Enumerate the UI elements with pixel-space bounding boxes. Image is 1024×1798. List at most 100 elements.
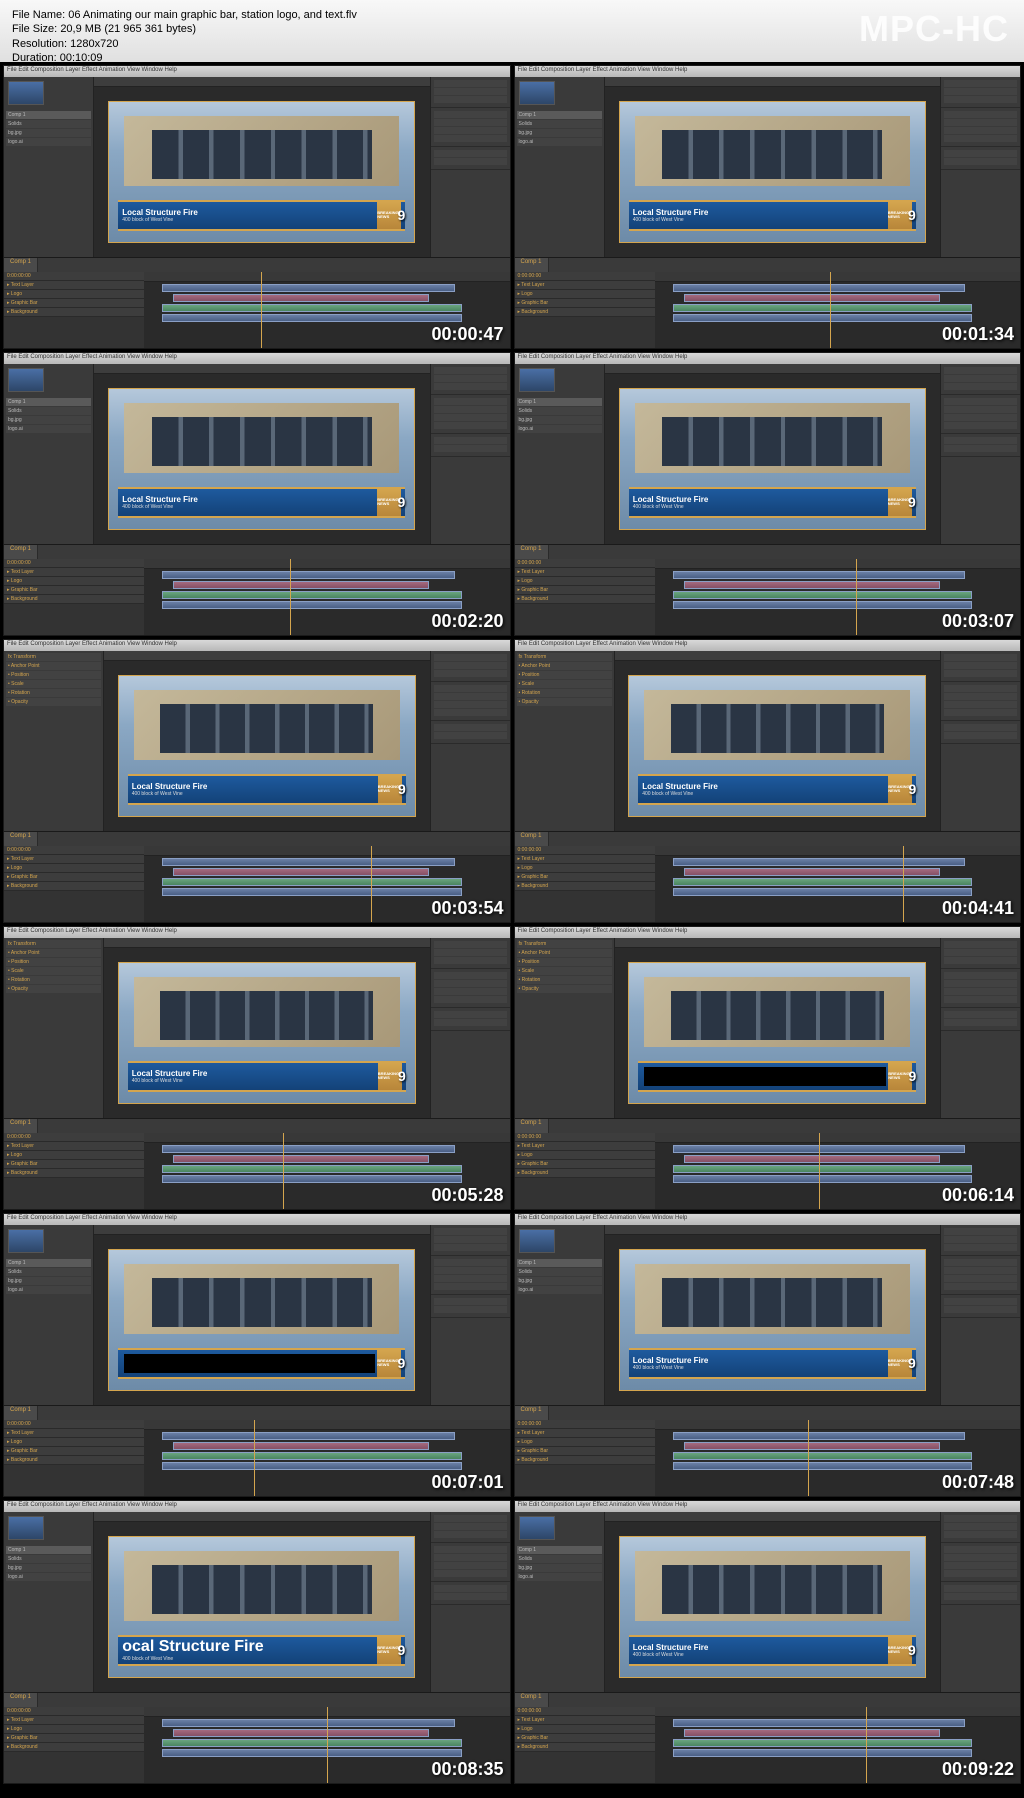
app-menubar[interactable]: File Edit Composition Layer Effect Anima… [515, 353, 1021, 364]
playhead-icon[interactable] [819, 1133, 820, 1210]
effects-panel[interactable] [430, 938, 510, 1118]
station-badge: BREAKING NEWS 9 [888, 202, 912, 229]
effects-panel[interactable] [940, 938, 1020, 1118]
composition-viewer[interactable]: BREAKING NEWS 9 [94, 1225, 430, 1405]
composition-viewer[interactable]: Local Structure Fire 400 block of West V… [615, 651, 941, 831]
video-thumbnail[interactable]: File Edit Composition Layer Effect Anima… [3, 65, 511, 349]
video-thumbnail[interactable]: File Edit Composition Layer Effect Anima… [3, 1500, 511, 1784]
playhead-icon[interactable] [254, 1420, 255, 1497]
composition-viewer[interactable]: Local Structure Fire 400 block of West V… [104, 938, 430, 1118]
timeline-tab[interactable]: Comp 1 [515, 1693, 549, 1707]
app-menubar[interactable]: File Edit Composition Layer Effect Anima… [515, 927, 1021, 938]
composition-viewer[interactable]: Local Structure Fire 400 block of West V… [605, 1512, 941, 1692]
playhead-icon[interactable] [283, 1133, 284, 1210]
effects-panel[interactable] [430, 1512, 510, 1692]
lower-third-title: Local Structure Fire [122, 495, 377, 504]
app-menubar[interactable]: File Edit Composition Layer Effect Anima… [515, 1501, 1021, 1512]
thumbnail-timestamp: 00:06:14 [942, 1185, 1014, 1206]
video-thumbnail[interactable]: File Edit Composition Layer Effect Anima… [514, 926, 1022, 1210]
project-panel[interactable]: Comp 1 Solids bg.jpg logo.ai [515, 1225, 605, 1405]
timeline-tab[interactable]: Comp 1 [4, 545, 38, 559]
lower-third-title: Local Structure Fire [122, 208, 377, 217]
timeline-tab[interactable]: Comp 1 [4, 1406, 38, 1420]
video-thumbnail[interactable]: File Edit Composition Layer Effect Anima… [3, 639, 511, 923]
playhead-icon[interactable] [808, 1420, 809, 1497]
effects-panel[interactable] [940, 1225, 1020, 1405]
project-panel[interactable]: fx Transform • Anchor Point • Position •… [515, 651, 615, 831]
project-panel[interactable]: Comp 1 Solids bg.jpg logo.ai [515, 364, 605, 544]
thumbnail-timestamp: 00:07:01 [431, 1472, 503, 1493]
project-panel[interactable]: fx Transform • Anchor Point • Position •… [515, 938, 615, 1118]
app-menubar[interactable]: File Edit Composition Layer Effect Anima… [4, 927, 510, 938]
project-panel[interactable]: Comp 1 Solids bg.jpg logo.ai [4, 77, 94, 257]
project-panel[interactable]: fx Transform • Anchor Point • Position •… [4, 938, 104, 1118]
playhead-icon[interactable] [866, 1707, 867, 1784]
lower-third-subtitle: 400 block of West Vine [633, 504, 888, 510]
project-panel[interactable]: Comp 1 Solids bg.jpg logo.ai [4, 364, 94, 544]
timeline-tab[interactable]: Comp 1 [515, 1406, 549, 1420]
app-menubar[interactable]: File Edit Composition Layer Effect Anima… [4, 1501, 510, 1512]
app-menubar[interactable]: File Edit Composition Layer Effect Anima… [515, 66, 1021, 77]
composition-viewer[interactable]: Local Structure Fire 400 block of West V… [605, 77, 941, 257]
station-badge: BREAKING NEWS 9 [377, 202, 401, 229]
timeline-tab[interactable]: Comp 1 [4, 258, 38, 272]
composition-viewer[interactable]: Local Structure Fire 400 block of West V… [605, 364, 941, 544]
video-thumbnail[interactable]: File Edit Composition Layer Effect Anima… [514, 639, 1022, 923]
timeline-tab[interactable]: Comp 1 [515, 1119, 549, 1133]
composition-viewer[interactable]: BREAKING NEWS 9 [615, 938, 941, 1118]
video-thumbnail[interactable]: File Edit Composition Layer Effect Anima… [3, 926, 511, 1210]
effects-panel[interactable] [940, 651, 1020, 831]
thumbnail-timestamp: 00:02:20 [431, 611, 503, 632]
effects-panel[interactable] [430, 364, 510, 544]
video-thumbnail[interactable]: File Edit Composition Layer Effect Anima… [514, 352, 1022, 636]
video-thumbnail[interactable]: File Edit Composition Layer Effect Anima… [3, 1213, 511, 1497]
composition-viewer[interactable]: ocal Structure Fire 400 block of West Vi… [94, 1512, 430, 1692]
effects-panel[interactable] [940, 1512, 1020, 1692]
project-panel[interactable]: Comp 1 Solids bg.jpg logo.ai [515, 1512, 605, 1692]
project-panel[interactable]: fx Transform • Anchor Point • Position •… [4, 651, 104, 831]
timeline-tab[interactable]: Comp 1 [4, 832, 38, 846]
lower-third-title: Local Structure Fire [132, 1069, 378, 1078]
timeline-tab[interactable]: Comp 1 [515, 258, 549, 272]
app-menubar[interactable]: File Edit Composition Layer Effect Anima… [4, 1214, 510, 1225]
playhead-icon[interactable] [856, 559, 857, 636]
video-thumbnail[interactable]: File Edit Composition Layer Effect Anima… [514, 1213, 1022, 1497]
playhead-icon[interactable] [290, 559, 291, 636]
video-thumbnail[interactable]: File Edit Composition Layer Effect Anima… [514, 65, 1022, 349]
composition-viewer[interactable]: Local Structure Fire 400 block of West V… [94, 77, 430, 257]
project-preview-icon [8, 1516, 44, 1540]
timeline-tab[interactable]: Comp 1 [515, 832, 549, 846]
lower-third-subtitle: 400 block of West Vine [122, 217, 377, 223]
video-thumbnail[interactable]: File Edit Composition Layer Effect Anima… [3, 352, 511, 636]
effects-panel[interactable] [940, 77, 1020, 257]
lower-third-subtitle: 400 block of West Vine [633, 1365, 888, 1371]
composition-viewer[interactable]: Local Structure Fire 400 block of West V… [94, 364, 430, 544]
timeline-tab[interactable]: Comp 1 [515, 545, 549, 559]
timeline-tab[interactable]: Comp 1 [4, 1693, 38, 1707]
project-panel[interactable]: Comp 1 Solids bg.jpg logo.ai [515, 77, 605, 257]
playhead-icon[interactable] [327, 1707, 328, 1784]
project-panel[interactable]: Comp 1 Solids bg.jpg logo.ai [4, 1225, 94, 1405]
playhead-icon[interactable] [903, 846, 904, 923]
app-menubar[interactable]: File Edit Composition Layer Effect Anima… [515, 640, 1021, 651]
playhead-icon[interactable] [261, 272, 262, 349]
project-preview-icon [8, 1229, 44, 1253]
effects-panel[interactable] [430, 1225, 510, 1405]
lower-third-title: Local Structure Fire [132, 782, 378, 791]
effects-panel[interactable] [430, 651, 510, 831]
preview-frame: Local Structure Fire 400 block of West V… [619, 1536, 926, 1678]
app-menubar[interactable]: File Edit Composition Layer Effect Anima… [515, 1214, 1021, 1225]
app-menubar[interactable]: File Edit Composition Layer Effect Anima… [4, 66, 510, 77]
composition-viewer[interactable]: Local Structure Fire 400 block of West V… [605, 1225, 941, 1405]
app-menubar[interactable]: File Edit Composition Layer Effect Anima… [4, 640, 510, 651]
effects-panel[interactable] [940, 364, 1020, 544]
composition-viewer[interactable]: Local Structure Fire 400 block of West V… [104, 651, 430, 831]
preview-frame: BREAKING NEWS 9 [108, 1249, 415, 1391]
video-thumbnail[interactable]: File Edit Composition Layer Effect Anima… [514, 1500, 1022, 1784]
effects-panel[interactable] [430, 77, 510, 257]
playhead-icon[interactable] [830, 272, 831, 349]
app-menubar[interactable]: File Edit Composition Layer Effect Anima… [4, 353, 510, 364]
project-panel[interactable]: Comp 1 Solids bg.jpg logo.ai [4, 1512, 94, 1692]
playhead-icon[interactable] [371, 846, 372, 923]
timeline-tab[interactable]: Comp 1 [4, 1119, 38, 1133]
